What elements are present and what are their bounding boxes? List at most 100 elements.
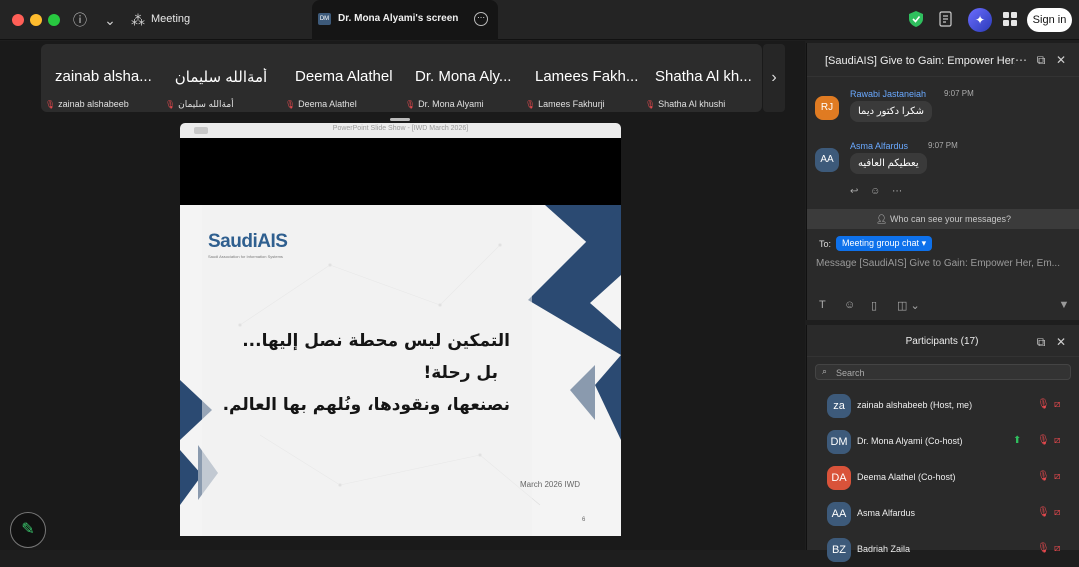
participant-row[interactable]: DA Deema Alathel (Co-host) 🎙︎ ⧄ <box>807 461 1079 495</box>
zoom-window-button[interactable] <box>48 14 60 26</box>
shared-screen-tab[interactable]: DM Dr. Mona Alyami's screen ⋯ <box>312 0 498 40</box>
participant-tile[interactable]: Shatha Al kh... 🎙︎ Shatha Al khushi <box>641 44 761 112</box>
minimize-window-button[interactable] <box>30 14 42 26</box>
shield-icon[interactable] <box>909 11 923 27</box>
chat-toolbar: T ☺ ▯ ◫ ⌄ <box>817 299 1077 315</box>
camera-off-icon[interactable]: ⧄ <box>1054 435 1068 449</box>
participant-tile[interactable]: Dr. Mona Aly... 🎙︎ Dr. Mona Alyami <box>401 44 521 112</box>
slide-line: التمكين ليس محطة نصل إليها... <box>242 331 510 351</box>
message-sender[interactable]: Rawabi Jastaneiah <box>850 89 926 99</box>
annotate-pencil-button[interactable]: ✎ <box>10 512 46 548</box>
apps-icon[interactable] <box>1003 12 1017 26</box>
camera-off-icon[interactable]: ⧄ <box>1054 507 1068 521</box>
participant-tile[interactable]: zainab alsha... 🎙︎ zainab alshabeeb <box>41 44 161 112</box>
mic-muted-icon[interactable]: 🎙︎ <box>1037 435 1050 449</box>
screenshot-icon[interactable]: ◫ ⌄ <box>897 299 920 312</box>
avatar: RJ <box>815 96 839 120</box>
slide: SaudiAIS Saudi Association for Informati… <box>180 205 621 536</box>
mic-muted-icon[interactable]: 🎙︎ <box>1037 507 1050 521</box>
screen-share-icon: ⬆︎ <box>1013 435 1022 446</box>
slide-window-titlebar: PowerPoint Slide Show - [IWD March 2026] <box>180 123 621 138</box>
recipient-dropdown[interactable]: Meeting group chat ▾ <box>836 236 933 251</box>
avatar: BZ <box>827 538 851 562</box>
tile-name: Deema Alathel <box>295 68 393 85</box>
participant-row[interactable]: DM Dr. Mona Alyami (Co-host) ⬆︎ 🎙︎ ⧄ <box>807 425 1079 459</box>
camera-off-icon[interactable]: ⧄ <box>1054 543 1068 557</box>
share-tab-avatar: DM <box>318 13 331 25</box>
mic-muted-icon: 🎙︎ <box>645 100 656 109</box>
meeting-participants-icon: ⁂ <box>131 12 145 28</box>
tile-name: Dr. Mona Aly... <box>415 68 512 85</box>
more-icon[interactable]: ⋯ <box>1014 53 1028 67</box>
meeting-stage: zainab alsha... 🎙︎ zainab alshabeeb أمةال… <box>0 41 805 550</box>
participant-tile[interactable]: أمةالله سليمان 🎙︎ أمةالله سليمان <box>161 44 281 112</box>
close-icon[interactable]: ✕ <box>1054 53 1068 67</box>
notes-icon[interactable] <box>938 11 954 27</box>
slide-page-number: 6 <box>582 517 586 523</box>
tile-label: 🎙︎ zainab alshabeeb <box>45 99 129 109</box>
text-format-icon[interactable]: T <box>819 299 826 311</box>
participant-row[interactable]: BZ Badriah Zaila 🎙︎ ⧄ <box>807 533 1079 567</box>
participant-tile[interactable]: Lamees Fakh... 🎙︎ Lamees Fakhurji <box>521 44 641 112</box>
tile-label-text: zainab alshabeeb <box>58 99 129 109</box>
close-icon[interactable]: ✕ <box>1054 335 1068 349</box>
tile-name: Lamees Fakh... <box>535 68 639 85</box>
avatar: DM <box>827 430 851 454</box>
strip-next-button[interactable]: › <box>763 44 785 112</box>
mic-muted-icon: 🎙︎ <box>165 100 176 109</box>
resize-handle[interactable] <box>390 118 410 121</box>
camera-off-icon[interactable]: ⧄ <box>1054 471 1068 485</box>
reply-icon[interactable]: ↩︎ <box>850 186 858 197</box>
send-icon[interactable]: ▼ <box>1057 299 1071 313</box>
pop-out-icon[interactable]: ⧉ <box>1034 53 1048 67</box>
participant-tile[interactable]: Deema Alathel 🎙︎ Deema Alathel <box>281 44 401 112</box>
participant-search-input[interactable]: ⌕ Search <box>815 364 1071 380</box>
slide-line: نصنعها، ونقودها، ونُلهم بها العالم. <box>222 395 510 415</box>
avatar: AA <box>815 148 839 172</box>
slide-footer: March 2026 IWD <box>520 480 581 489</box>
participants-header: Participants (17) ⧉ ✕ <box>807 325 1079 357</box>
shared-slide-window: PowerPoint Slide Show - [IWD March 2026] <box>180 123 621 536</box>
message-bubble: شكرا دكتور ديما <box>850 101 933 122</box>
avatar: AA <box>827 502 851 526</box>
mic-muted-icon[interactable]: 🎙︎ <box>1037 543 1050 557</box>
chat-message-input[interactable]: Message [SaudiAIS] Give to Gain: Empower… <box>816 258 1072 269</box>
more-icon[interactable]: ⋯ <box>892 186 902 197</box>
close-window-button[interactable] <box>12 14 24 26</box>
participant-row[interactable]: za zainab alshabeeb (Host, me) 🎙︎ ⧄ <box>807 389 1079 423</box>
info-icon[interactable]: ⓘ <box>70 10 90 30</box>
message-actions: ↩︎ ☺︎ ⋯ <box>850 186 911 197</box>
mic-muted-icon[interactable]: 🎙︎ <box>1037 399 1050 413</box>
pop-out-icon[interactable]: ⧉ <box>1034 335 1048 349</box>
avatar: za <box>827 394 851 418</box>
title-bar: ⓘ ⌄ ⁂ Meeting DM Dr. Mona Alyami's scree… <box>0 0 1079 40</box>
mic-muted-icon[interactable]: 🎙︎ <box>1037 471 1050 485</box>
person-icon: 👤︎ <box>876 214 890 224</box>
ai-companion-button[interactable]: ✦ <box>968 8 992 32</box>
chat-title: [SaudiAIS] Give to Gain: Empower Her,... <box>825 55 1015 67</box>
camera-off-icon[interactable]: ⧄ <box>1054 399 1068 413</box>
who-can-see-link[interactable]: 👤︎ Who can see your messages? <box>807 209 1079 229</box>
slide-window-title: PowerPoint Slide Show - [IWD March 2026] <box>332 125 469 132</box>
participant-name: Deema Alathel (Co-host) <box>857 472 956 482</box>
participant-row[interactable]: AA Asma Alfardus 🎙︎ ⧄ <box>807 497 1079 531</box>
participant-name: Badriah Zaila <box>857 544 911 554</box>
sign-in-button[interactable]: Sign in <box>1027 8 1072 32</box>
saudiais-logo: SaudiAIS Saudi Association for Informati… <box>208 231 288 259</box>
tile-label: 🎙︎ Lamees Fakhurji <box>525 99 605 109</box>
file-icon[interactable]: ▯ <box>871 299 877 312</box>
mic-muted-icon: 🎙︎ <box>525 100 536 109</box>
emoji-react-icon[interactable]: ☺︎ <box>870 186 880 197</box>
emoji-icon[interactable]: ☺ <box>844 299 855 311</box>
tile-label-text: Shatha Al khushi <box>658 99 726 109</box>
message-sender[interactable]: Asma Alfardus <box>850 141 908 151</box>
recipient-value: Meeting group chat <box>842 238 920 248</box>
tile-name: أمةالله سليمان <box>174 69 268 86</box>
chat-header: [SaudiAIS] Give to Gain: Empower Her,...… <box>807 43 1079 77</box>
more-options-icon[interactable]: ⋯ <box>474 12 488 26</box>
avatar: DA <box>827 466 851 490</box>
tile-label-text: أمةالله سليمان <box>178 99 234 109</box>
chat-panel: [SaudiAIS] Give to Gain: Empower Her,...… <box>806 43 1079 320</box>
chevron-down-icon[interactable]: ⌄ <box>100 10 120 30</box>
meeting-label[interactable]: Meeting <box>151 13 190 25</box>
